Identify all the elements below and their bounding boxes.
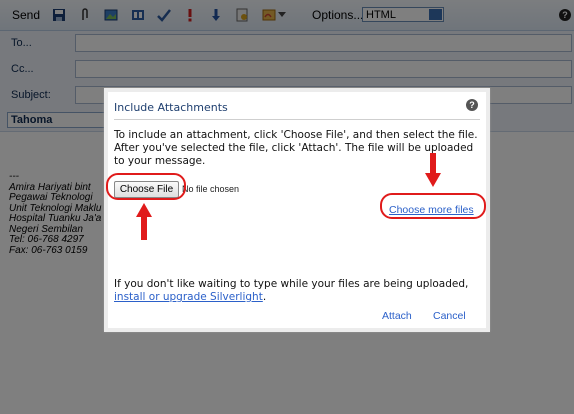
install-silverlight-link[interactable]: install or upgrade Silverlight	[114, 291, 263, 303]
silverlight-notice-text: If you don't like waiting to type while …	[114, 278, 469, 290]
cancel-button[interactable]: Cancel	[433, 310, 466, 322]
silverlight-notice-end: .	[262, 291, 267, 303]
silverlight-notice: If you don't like waiting to type while …	[114, 278, 484, 304]
attach-button[interactable]: Attach	[382, 310, 412, 322]
red-arrow-down-icon	[425, 153, 441, 187]
no-file-status: No file chosen	[182, 184, 240, 194]
divider	[114, 119, 480, 120]
dialog-title: Include Attachments	[114, 101, 228, 114]
annotation-circle-choose-more	[380, 193, 486, 219]
annotation-circle-choose-file	[106, 173, 186, 200]
red-arrow-up-icon	[136, 203, 152, 240]
help-icon[interactable]: ?	[466, 99, 478, 111]
